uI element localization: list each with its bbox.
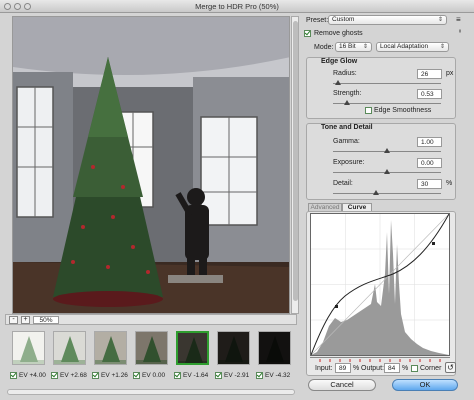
- title-bar: Merge to HDR Pro (50%): [0, 0, 474, 13]
- remove-ghosts-checkbox[interactable]: [304, 30, 311, 37]
- radius-input[interactable]: 26: [417, 69, 442, 79]
- gamma-slider-knob[interactable]: [384, 148, 390, 153]
- source-thumbnail[interactable]: [258, 331, 291, 365]
- minimize-window-icon[interactable]: [14, 3, 21, 10]
- edge-glow-title: Edge Glow: [321, 58, 358, 65]
- thumbnail-preview: [136, 336, 167, 364]
- radius-slider[interactable]: [333, 83, 441, 84]
- curve-input-label: Input:: [315, 365, 333, 372]
- curve-point-highlights: [432, 242, 435, 245]
- preview-vertical-scrollbar[interactable]: [291, 16, 299, 314]
- exposure-value-label: EV 0.00: [142, 372, 166, 379]
- edge-smoothness-label: Edge Smoothness: [374, 107, 432, 114]
- edge-smoothness-checkbox[interactable]: [365, 107, 372, 114]
- source-image-filmstrip: EV +4.00 EV +2.68 EV +1.26 EV 0.00 EV -1.64 E…: [5, 329, 297, 387]
- exposure-input[interactable]: 0.00: [417, 158, 442, 168]
- curve-graph[interactable]: [310, 213, 450, 356]
- corner-checkbox[interactable]: [411, 365, 418, 372]
- detail-unit: %: [446, 180, 453, 187]
- include-image-checkbox[interactable]: [215, 372, 222, 379]
- curve-output-label: Output:: [361, 365, 384, 372]
- curve-output-unit: %: [402, 365, 409, 372]
- zoom-bar: - + 50%: [5, 314, 297, 325]
- detail-slider[interactable]: [333, 193, 441, 194]
- preset-dropdown[interactable]: Custom ⇕: [328, 15, 447, 25]
- detail-input[interactable]: 30: [417, 179, 442, 189]
- strength-label: Strength:: [333, 90, 362, 97]
- gamma-input[interactable]: 1.00: [417, 137, 442, 147]
- tone-detail-group: Tone and Detail Gamma: 1.00 Exposure: 0.…: [306, 123, 456, 200]
- gamma-label: Gamma:: [333, 138, 360, 145]
- room-photo: [13, 17, 289, 313]
- curve-input-field[interactable]: 89: [335, 363, 351, 373]
- exposure-value-label: EV -1.64: [183, 372, 209, 379]
- curve-editor[interactable]: [310, 213, 450, 356]
- curve-point-shadows: [335, 305, 338, 308]
- preview-image: [12, 16, 290, 314]
- mode-label: Mode:: [314, 44, 334, 51]
- thumbnail-preview: [95, 336, 126, 364]
- remove-ghosts-label: Remove ghosts: [314, 30, 363, 37]
- source-thumbnail[interactable]: [94, 331, 127, 365]
- curve-output-field[interactable]: 84: [384, 363, 400, 373]
- source-thumbnail[interactable]: [176, 331, 209, 365]
- source-thumbnail[interactable]: [53, 331, 86, 365]
- exposure-value-label: EV +2.68: [60, 372, 87, 379]
- strength-slider-knob[interactable]: [344, 100, 351, 105]
- thumbnail-preview: [54, 336, 85, 364]
- exposure-value-label: EV +1.26: [101, 372, 128, 379]
- radius-slider-knob[interactable]: [335, 80, 342, 85]
- preset-options-icon[interactable]: ≡: [456, 15, 461, 24]
- bit-depth-dropdown[interactable]: 16 Bit ⇕: [335, 42, 372, 52]
- expand-icon[interactable]: ᴵᴵ: [459, 30, 461, 36]
- include-image-checkbox[interactable]: [51, 372, 58, 379]
- source-thumbnail[interactable]: [135, 331, 168, 365]
- thumbnail-preview: [259, 336, 290, 364]
- exposure-value-label: EV +4.00: [19, 372, 46, 379]
- tone-detail-title: Tone and Detail: [321, 124, 373, 131]
- thumbnail-preview: [13, 336, 44, 364]
- exposure-value-label: EV -4.32: [265, 372, 291, 379]
- filmstrip-scrollbar[interactable]: [7, 389, 295, 395]
- exposure-slider-knob[interactable]: [384, 169, 390, 174]
- detail-label: Detail:: [333, 180, 353, 187]
- zoom-in-button[interactable]: +: [21, 315, 30, 324]
- include-image-checkbox[interactable]: [174, 372, 181, 379]
- hdr-settings-panel: Preset: Custom ⇕ ≡ Remove ghosts ᴵᴵ Mode:…: [302, 13, 474, 400]
- curve-input-unit: %: [353, 365, 360, 372]
- cancel-button[interactable]: Cancel: [308, 379, 376, 391]
- zoom-out-button[interactable]: -: [9, 315, 18, 324]
- zoom-window-icon[interactable]: [24, 3, 31, 10]
- include-image-checkbox[interactable]: [256, 372, 263, 379]
- reset-curve-icon[interactable]: ↺: [445, 362, 456, 373]
- exposure-label: Exposure:: [333, 159, 365, 166]
- thumbnail-preview: [218, 336, 249, 364]
- source-thumbnail[interactable]: [12, 331, 45, 365]
- corner-label: Corner: [420, 365, 442, 372]
- window-title: Merge to HDR Pro (50%): [195, 2, 279, 11]
- detail-slider-knob[interactable]: [373, 190, 380, 195]
- method-dropdown[interactable]: Local Adaptation ⇕: [376, 42, 449, 52]
- edge-glow-group: Edge Glow Radius: 26 px Strength: 0.53 E…: [306, 57, 456, 119]
- exposure-value-label: EV -2.91: [224, 372, 250, 379]
- ok-button[interactable]: OK: [392, 379, 458, 391]
- close-window-icon[interactable]: [4, 3, 11, 10]
- zoom-level[interactable]: 50%: [33, 315, 59, 324]
- include-image-checkbox[interactable]: [92, 372, 99, 379]
- include-image-checkbox[interactable]: [10, 372, 17, 379]
- radius-label: Radius:: [333, 70, 357, 77]
- curve-ruler: [310, 357, 450, 362]
- thumbnail-preview: [178, 337, 207, 363]
- strength-input[interactable]: 0.53: [417, 89, 442, 99]
- include-image-checkbox[interactable]: [133, 372, 140, 379]
- thumbnail-caption: EV -4.32: [256, 371, 306, 380]
- source-thumbnail[interactable]: [217, 331, 250, 365]
- curve-ruler-ticks: [319, 359, 441, 362]
- preset-label: Preset:: [306, 17, 329, 24]
- radius-unit: px: [446, 70, 454, 77]
